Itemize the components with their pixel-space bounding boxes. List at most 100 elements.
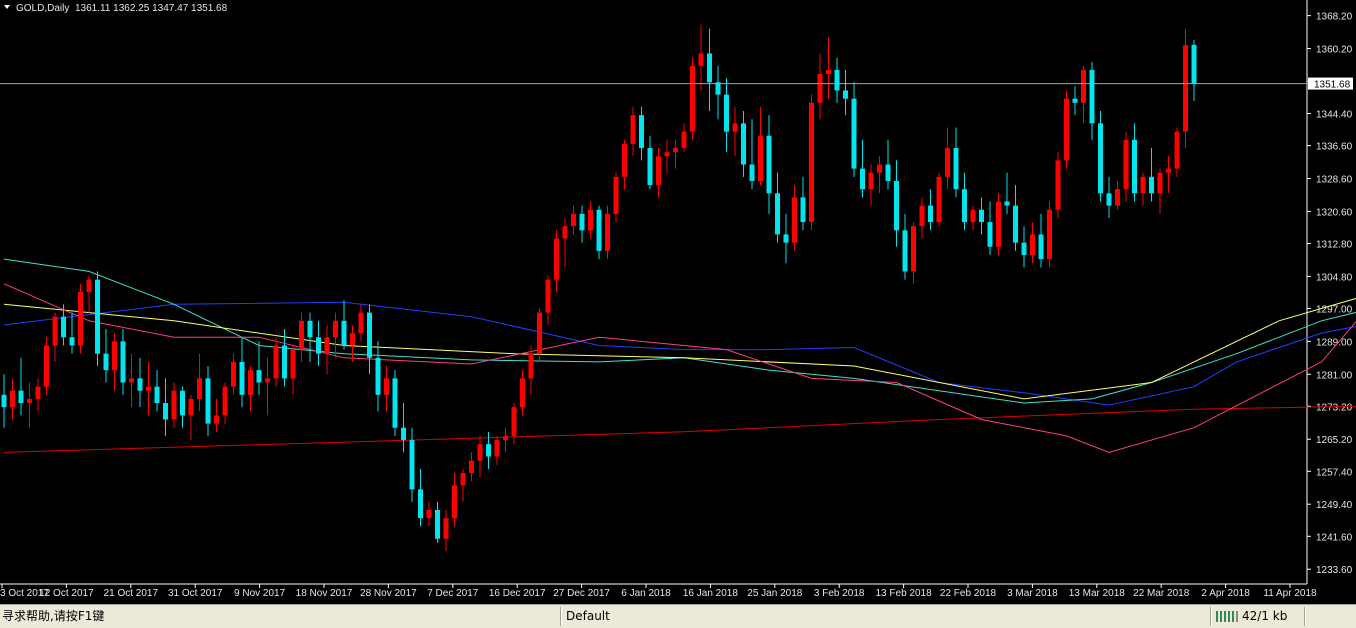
candle-body xyxy=(766,135,772,194)
candle-body xyxy=(1157,172,1163,194)
candle-body xyxy=(460,472,466,486)
candle xyxy=(358,304,364,342)
candle-body xyxy=(146,386,151,391)
candle-body xyxy=(239,361,245,395)
candle xyxy=(962,172,967,231)
candle xyxy=(987,201,993,255)
candle-body xyxy=(290,349,296,379)
candle xyxy=(758,106,763,186)
candle-body xyxy=(826,69,831,75)
candle xyxy=(171,382,177,428)
y-tick-label: 1281.00 xyxy=(1316,370,1353,381)
candle-body xyxy=(350,333,355,346)
candle-body xyxy=(911,226,916,272)
candle xyxy=(1149,148,1154,202)
candle xyxy=(520,370,525,416)
candle-body xyxy=(724,94,729,132)
candle xyxy=(741,111,746,177)
candle-body xyxy=(792,197,797,243)
y-tick-label: 1336.60 xyxy=(1316,142,1353,153)
candle-body xyxy=(1123,139,1129,190)
candle-body xyxy=(843,90,848,99)
moving-average-line xyxy=(3,297,1356,400)
candle-body xyxy=(1081,69,1086,103)
candle xyxy=(1174,127,1180,177)
candle-body xyxy=(341,320,347,346)
moving-average-line xyxy=(3,301,1356,406)
candle xyxy=(715,65,721,120)
candle xyxy=(809,94,814,231)
candle-body xyxy=(664,152,670,157)
y-tick-label: 1297.00 xyxy=(1316,304,1353,315)
candle-body xyxy=(27,398,32,404)
candle xyxy=(749,119,755,190)
x-tick-label: 12 Oct 2017 xyxy=(39,588,94,599)
candle-body xyxy=(809,102,814,223)
candle-body xyxy=(86,279,92,292)
candle-body xyxy=(741,123,746,165)
candle xyxy=(630,106,636,157)
candle xyxy=(95,271,100,367)
candle xyxy=(503,427,508,453)
candle-body xyxy=(1174,131,1180,169)
candle xyxy=(299,312,304,362)
candle xyxy=(622,139,627,190)
candle xyxy=(673,139,678,169)
candle xyxy=(919,197,925,239)
connection-bars-icon[interactable] xyxy=(1216,611,1238,622)
candle-body xyxy=(154,386,160,404)
candle xyxy=(333,312,338,358)
x-tick-label: 28 Nov 2017 xyxy=(360,588,417,599)
x-tick-label: 27 Dec 2017 xyxy=(553,588,610,599)
y-tick-label: 1328.60 xyxy=(1316,174,1353,185)
candle-body xyxy=(205,378,211,424)
candle-body xyxy=(256,370,262,383)
candle xyxy=(826,37,831,99)
candle xyxy=(851,82,857,177)
candle xyxy=(783,213,789,264)
candle-body xyxy=(775,193,780,235)
candle-body xyxy=(902,230,908,272)
candle xyxy=(35,378,41,412)
candle xyxy=(197,353,202,412)
candle-body xyxy=(885,164,891,181)
candle-body xyxy=(783,234,789,243)
candle xyxy=(588,201,593,239)
candlestick-chart[interactable]: 1368.201360.201352.201344.401336.601328.… xyxy=(0,0,1356,604)
x-tick-label: 16 Dec 2017 xyxy=(489,588,546,599)
candle xyxy=(877,156,882,194)
candle-body xyxy=(486,444,491,457)
x-tick-label: 7 Dec 2017 xyxy=(427,588,479,599)
candle xyxy=(256,341,262,395)
y-tick-label: 1368.20 xyxy=(1316,12,1353,23)
candle xyxy=(1064,90,1069,169)
candle xyxy=(528,345,534,395)
x-tick-label: 21 Oct 2017 xyxy=(104,588,159,599)
candle-body xyxy=(324,337,330,354)
price-chart[interactable]: 1368.201360.201352.201344.401336.601328.… xyxy=(0,0,1356,604)
candle-body xyxy=(605,213,610,251)
candle-body xyxy=(248,370,253,395)
x-tick-label: 9 Nov 2017 xyxy=(234,588,286,599)
candle-body xyxy=(214,415,219,424)
candle-body xyxy=(273,345,279,379)
candle xyxy=(1089,61,1095,140)
candle-body xyxy=(639,115,644,149)
candle xyxy=(180,386,185,428)
candle-body xyxy=(996,201,1001,247)
candle xyxy=(647,135,653,190)
candle-body xyxy=(197,378,202,399)
status-divider xyxy=(560,607,562,626)
symbol-header: GOLD,Daily 1361.11 1362.25 1347.47 1351.6… xyxy=(4,3,228,14)
candle xyxy=(265,357,270,416)
candle-body xyxy=(44,345,49,387)
candle xyxy=(664,139,670,173)
candle-body xyxy=(1038,234,1044,260)
candle xyxy=(375,341,381,412)
candle-body xyxy=(443,518,449,539)
profile-name[interactable]: Default xyxy=(566,608,610,625)
candle-body xyxy=(1004,201,1010,206)
candle xyxy=(953,127,959,198)
candle xyxy=(945,127,950,190)
candle xyxy=(86,275,92,313)
